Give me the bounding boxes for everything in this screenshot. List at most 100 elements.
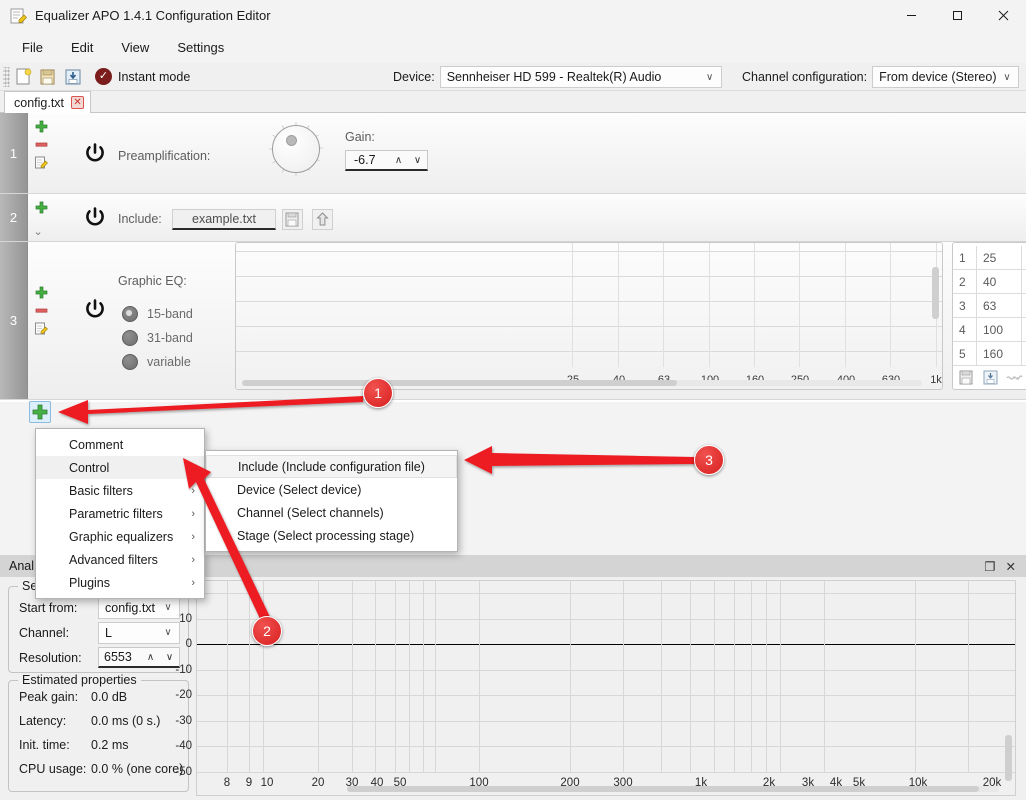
maximize-button[interactable] (934, 0, 980, 32)
close-icon[interactable]: ✕ (1006, 559, 1016, 574)
band-frequency[interactable]: 63 (977, 294, 1022, 318)
y-tick: -40 (175, 740, 192, 752)
device-combo[interactable]: Sennheiser HD 599 - Realtek(R) Audio ∨ (440, 66, 722, 88)
gain-spinner[interactable]: -6.7 ∧ ∨ (345, 150, 428, 171)
row-number: 1 (0, 113, 28, 193)
band-gain[interactable]: 0 (1022, 246, 1026, 270)
band-gain[interactable]: 0 (1022, 342, 1026, 366)
menu-item-basic-filters[interactable]: Basic filters › (36, 479, 204, 502)
power-toggle-2[interactable] (83, 205, 107, 232)
eq-chart-hscrollbar[interactable] (242, 380, 922, 386)
menu-view[interactable]: View (107, 36, 163, 59)
save-icon[interactable] (981, 368, 1000, 387)
expand-row-icon[interactable]: ⌄ (34, 228, 49, 241)
menu-item-parametric-filters[interactable]: Parametric filters › (36, 502, 204, 525)
instant-mode-checkbox[interactable]: ✓ (95, 68, 112, 85)
tab-config-txt[interactable]: config.txt ✕ (4, 91, 91, 113)
band-gain[interactable]: 0 (1022, 270, 1026, 294)
save-icon[interactable] (63, 66, 85, 88)
band-gain[interactable]: 0 (1022, 294, 1026, 318)
power-toggle-1[interactable] (83, 141, 107, 168)
analysis-vscrollbar[interactable] (1005, 585, 1012, 781)
open-icon[interactable] (957, 368, 976, 387)
gridline-v (423, 581, 424, 772)
analysis-hscrollbar[interactable] (347, 786, 999, 792)
add-filter-button[interactable] (29, 401, 51, 423)
band-frequency[interactable]: 25 (977, 246, 1022, 270)
table-row[interactable]: 5 160 0 (953, 342, 1026, 366)
toolbar-grip[interactable] (3, 67, 10, 87)
menu-item-advanced-filters[interactable]: Advanced filters › (36, 548, 204, 571)
edit-note-icon[interactable] (34, 321, 49, 336)
chevron-up-icon[interactable]: ∧ (389, 155, 408, 166)
include-file-field[interactable]: example.txt (172, 209, 276, 230)
gridline-v (570, 581, 571, 772)
gridline-v (623, 581, 624, 772)
band-frequency[interactable]: 160 (977, 342, 1022, 366)
band-frequency[interactable]: 100 (977, 318, 1022, 342)
table-row[interactable]: 1 25 0 (953, 246, 1026, 270)
chevron-down-icon[interactable]: ∨ (160, 652, 179, 663)
remove-row-icon[interactable] (34, 137, 49, 152)
edit-note-icon[interactable] (34, 155, 49, 170)
resolution-spinner[interactable]: 6553 ∧ ∨ (98, 647, 180, 668)
channel-config-combo[interactable]: From device (Stereo) ∨ (872, 66, 1019, 88)
radio-15-band[interactable]: 15-band (122, 306, 193, 322)
minimize-button[interactable] (888, 0, 934, 32)
gain-knob[interactable] (268, 121, 324, 177)
submenu-item-channel[interactable]: Channel (Select channels) (206, 501, 457, 524)
radio-label: variable (147, 355, 191, 369)
menu-item-graphic-equalizers[interactable]: Graphic equalizers › (36, 525, 204, 548)
channel-config-label: Channel configuration: (742, 70, 867, 84)
smooth-icon[interactable] (1005, 368, 1024, 387)
band-gain[interactable]: 0 (1022, 318, 1026, 342)
eq-curve-chart[interactable]: 100 90 80 70 60 25 (235, 242, 943, 390)
menu-item-control[interactable]: Control › (36, 456, 204, 479)
channel-combo[interactable]: L ∨ (98, 622, 180, 644)
open-folder-icon[interactable] (38, 66, 60, 88)
gridline-v (409, 581, 410, 772)
remove-row-icon[interactable] (34, 303, 49, 318)
latency-label: Latency: (19, 714, 91, 728)
row-actions: ⌄ (28, 194, 54, 241)
close-button[interactable] (980, 0, 1026, 32)
latency-row: Latency: 0.0 ms (0 s.) (9, 714, 188, 738)
chevron-down-icon[interactable]: ∨ (408, 155, 427, 166)
frequency-response-chart[interactable]: 20 10 0 -10 -20 -30 -40 -50 (196, 580, 1016, 796)
chevron-right-icon: › (191, 554, 195, 566)
app-icon (9, 7, 27, 25)
table-row[interactable]: 3 63 0 (953, 294, 1026, 318)
table-row[interactable]: 2 40 0 (953, 270, 1026, 294)
preamplification-label: Preamplification: (118, 149, 210, 163)
menu-file[interactable]: File (8, 36, 57, 59)
add-row-icon[interactable] (34, 285, 49, 300)
chevron-down-icon: ∨ (701, 72, 719, 83)
band-frequency[interactable]: 40 (977, 270, 1022, 294)
chevron-up-icon[interactable]: ∧ (141, 652, 160, 663)
menu-item-comment[interactable]: Comment (36, 433, 204, 456)
float-icon[interactable]: ❐ (984, 559, 995, 574)
power-toggle-3[interactable] (83, 297, 107, 324)
menu-settings[interactable]: Settings (163, 36, 238, 59)
radio-variable[interactable]: variable (122, 354, 193, 370)
new-file-icon[interactable] (13, 66, 35, 88)
eq-band-table[interactable]: 1 25 0 2 40 0 3 63 0 (952, 242, 1026, 390)
latency-value: 0.0 ms (0 s.) (91, 714, 160, 728)
table-row[interactable]: 4 100 0 (953, 318, 1026, 342)
menu-edit[interactable]: Edit (57, 36, 107, 59)
submenu-item-stage[interactable]: Stage (Select processing stage) (206, 524, 457, 547)
channel-value: L (105, 626, 159, 640)
add-row-icon[interactable] (34, 200, 49, 215)
menu-item-plugins[interactable]: Plugins › (36, 571, 204, 594)
browse-file-button[interactable] (282, 209, 303, 230)
radio-31-band[interactable]: 31-band (122, 330, 193, 346)
start-from-combo[interactable]: config.txt ∨ (98, 597, 180, 619)
tab-close-icon[interactable]: ✕ (71, 96, 84, 109)
gridline: 90 (236, 276, 942, 277)
submenu-item-device[interactable]: Device (Select device) (206, 478, 457, 501)
eq-chart-vscrollbar[interactable] (932, 259, 939, 375)
open-include-button[interactable] (312, 209, 333, 230)
submenu-item-include[interactable]: Include (Include configuration file) (206, 455, 457, 478)
add-row-icon[interactable] (34, 119, 49, 134)
properties-group-title: Estimated properties (18, 673, 141, 687)
